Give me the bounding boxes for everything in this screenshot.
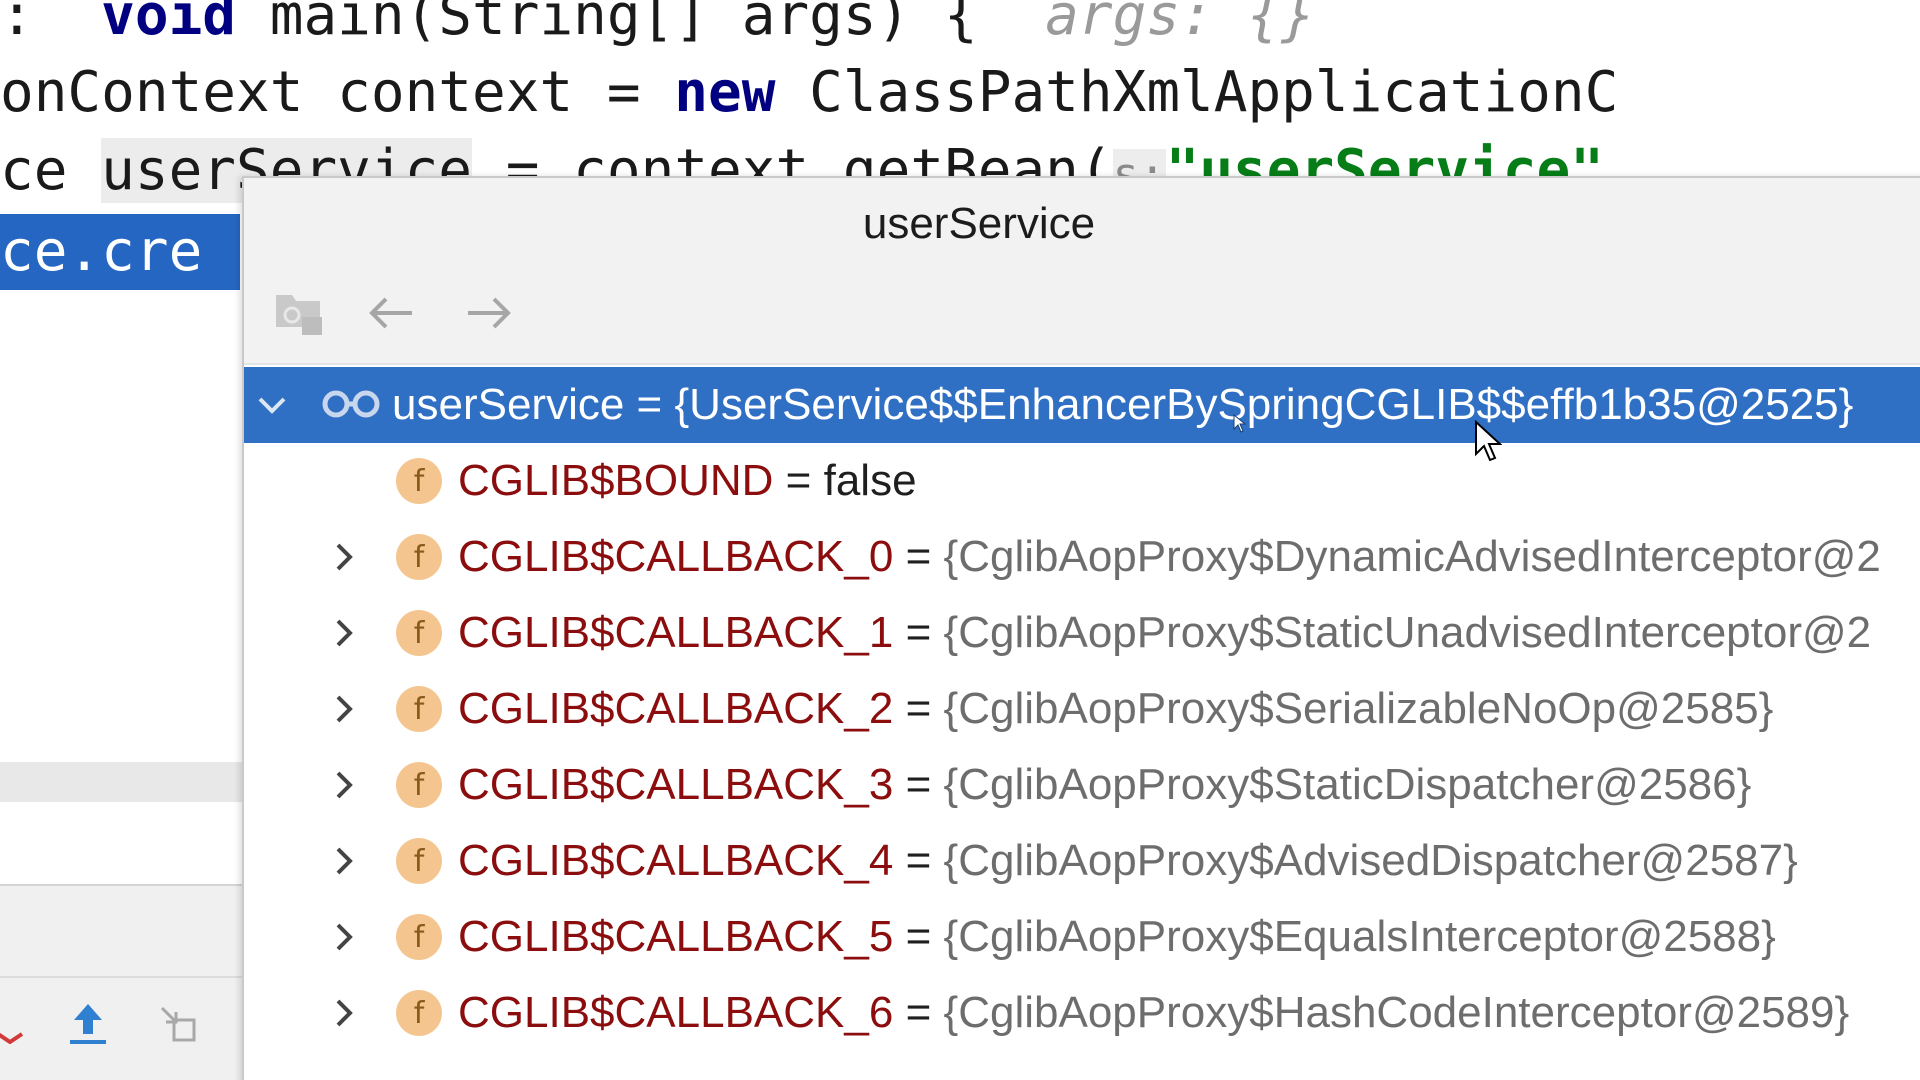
tree-row-text: CGLIB$CALLBACK_3 = {CglibAopProxy$Static…	[458, 760, 1751, 810]
code-text: ce	[0, 138, 102, 203]
field-value: {CglibAopProxy$SerializableNoOp@2585}	[943, 684, 1774, 733]
field-icon: f	[396, 686, 442, 732]
field-value: false	[823, 456, 917, 505]
code-line-main-signature: : void main(String[] args) { args: {}	[0, 0, 1315, 54]
code-text: :	[0, 0, 68, 48]
watch-glasses-icon	[322, 380, 380, 430]
tree-row-text: CGLIB$CALLBACK_2 = {CglibAopProxy$Serial…	[458, 684, 1773, 734]
field-value: {CglibAopProxy$EqualsInterceptor@2588}	[943, 912, 1776, 961]
equals-sign: =	[905, 760, 932, 809]
tree-row-field[interactable]: f CGLIB$CALLBACK_6 = {CglibAopProxy$Hash…	[244, 975, 1920, 1051]
field-value: {CglibAopProxy$StaticDispatcher@2586}	[943, 760, 1752, 809]
variable-value: {UserService$$EnhancerBySpringCGLIB$$eff…	[674, 380, 1854, 429]
field-name: CGLIB$CALLBACK_1	[458, 608, 894, 657]
code-text: ClassPathXmlApplicationC	[775, 60, 1619, 125]
equals-sign: =	[905, 912, 932, 961]
mouse-cursor-icon	[1475, 420, 1502, 462]
tree-row-text: CGLIB$BOUND = false	[458, 456, 917, 506]
field-icon: f	[396, 458, 442, 504]
tree-row-text: CGLIB$CALLBACK_5 = {CglibAopProxy$Equals…	[458, 912, 1776, 962]
step-out-icon[interactable]	[62, 998, 114, 1050]
popup-title-bar[interactable]: userService	[244, 178, 1920, 263]
field-name: CGLIB$CALLBACK_3	[458, 760, 894, 809]
variables-tree[interactable]: userService = {UserService$$EnhancerBySp…	[244, 367, 1920, 1051]
variable-name: userService	[392, 380, 625, 429]
equals-sign: =	[785, 456, 812, 505]
tree-row-field[interactable]: f CGLIB$CALLBACK_5 = {CglibAopProxy$Equa…	[244, 899, 1920, 975]
tool-window-strip	[0, 762, 242, 802]
divider	[244, 363, 1920, 365]
field-value: {CglibAopProxy$DynamicAdvisedInterceptor…	[943, 532, 1881, 581]
code-line-context: onContext context = new ClassPathXmlAppl…	[0, 55, 1618, 131]
debug-tool-panel	[0, 886, 242, 1080]
step-into-icon[interactable]	[0, 998, 36, 1050]
keyword: new	[674, 60, 776, 125]
chevron-right-icon[interactable]	[324, 747, 364, 823]
tree-row-field[interactable]: f CGLIB$CALLBACK_3 = {CglibAopProxy$Stat…	[244, 747, 1920, 823]
field-name: CGLIB$CALLBACK_0	[458, 532, 894, 581]
divider	[0, 976, 242, 978]
arrow-left-icon[interactable]	[360, 281, 424, 345]
chevron-right-icon[interactable]	[324, 519, 364, 595]
field-name: CGLIB$CALLBACK_2	[458, 684, 894, 733]
keyword: void	[67, 0, 237, 48]
tree-row-field[interactable]: f CGLIB$CALLBACK_1 = {CglibAopProxy$Stat…	[244, 595, 1920, 671]
popup-toolbar	[244, 263, 1920, 363]
field-name: CGLIB$CALLBACK_6	[458, 988, 894, 1037]
equals-sign: =	[905, 988, 932, 1037]
tree-row-field[interactable]: f CGLIB$CALLBACK_4 = {CglibAopProxy$Advi…	[244, 823, 1920, 899]
field-name: CGLIB$CALLBACK_4	[458, 836, 894, 885]
field-icon: f	[396, 914, 442, 960]
tree-row-text: CGLIB$CALLBACK_6 = {CglibAopProxy$HashCo…	[458, 988, 1849, 1038]
field-icon: f	[396, 990, 442, 1036]
code-text: main(String[] args) {	[236, 0, 1046, 48]
field-icon: f	[396, 610, 442, 656]
field-value: {CglibAopProxy$HashCodeInterceptor@2589}	[943, 988, 1850, 1037]
chevron-right-icon[interactable]	[324, 595, 364, 671]
field-name: CGLIB$BOUND	[458, 456, 774, 505]
field-name: CGLIB$CALLBACK_5	[458, 912, 894, 961]
tree-row-userservice[interactable]: userService = {UserService$$EnhancerBySp…	[244, 367, 1920, 443]
chevron-right-icon[interactable]	[324, 975, 364, 1051]
equals-sign: =	[636, 380, 663, 429]
text-cursor-marker-icon	[1233, 414, 1247, 433]
equals-sign: =	[905, 608, 932, 657]
code-text: onContext context =	[0, 60, 675, 125]
field-icon: f	[396, 762, 442, 808]
tree-row-field[interactable]: f CGLIB$CALLBACK_2 = {CglibAopProxy$Seri…	[244, 671, 1920, 747]
chevron-right-icon[interactable]	[324, 671, 364, 747]
inline-value-hint: args: {}	[1045, 0, 1315, 48]
drop-frame-icon[interactable]	[152, 998, 204, 1050]
arrow-right-icon[interactable]	[456, 281, 520, 345]
equals-sign: =	[905, 684, 932, 733]
evaluate-popup: userService userService = {UserService$$…	[242, 176, 1920, 1080]
equals-sign: =	[905, 836, 932, 885]
field-icon: f	[396, 838, 442, 884]
field-value: {CglibAopProxy$AdvisedDispatcher@2587}	[943, 836, 1798, 885]
code-text: ce.cre	[0, 219, 203, 284]
chevron-right-icon[interactable]	[324, 823, 364, 899]
chevron-right-icon[interactable]	[324, 899, 364, 975]
field-icon: f	[396, 534, 442, 580]
tree-row-text: CGLIB$CALLBACK_4 = {CglibAopProxy$Advise…	[458, 836, 1798, 886]
tree-row-text: CGLIB$CALLBACK_0 = {CglibAopProxy$Dynami…	[458, 532, 1881, 582]
tree-row-text: CGLIB$CALLBACK_1 = {CglibAopProxy$Static…	[458, 608, 1871, 658]
chevron-down-icon[interactable]	[252, 367, 292, 443]
popup-title: userService	[862, 199, 1096, 248]
field-value: {CglibAopProxy$StaticUnadvisedIntercepto…	[943, 608, 1872, 657]
equals-sign: =	[905, 532, 932, 581]
tree-row-field[interactable]: f CGLIB$CALLBACK_0 = {CglibAopProxy$Dyna…	[244, 519, 1920, 595]
code-line-current: ce.cre	[0, 214, 240, 290]
tree-row-text: userService = {UserService$$EnhancerBySp…	[392, 380, 1853, 430]
inspect-object-icon[interactable]	[268, 281, 332, 345]
tree-row-field[interactable]: f CGLIB$BOUND = false	[244, 443, 1920, 519]
